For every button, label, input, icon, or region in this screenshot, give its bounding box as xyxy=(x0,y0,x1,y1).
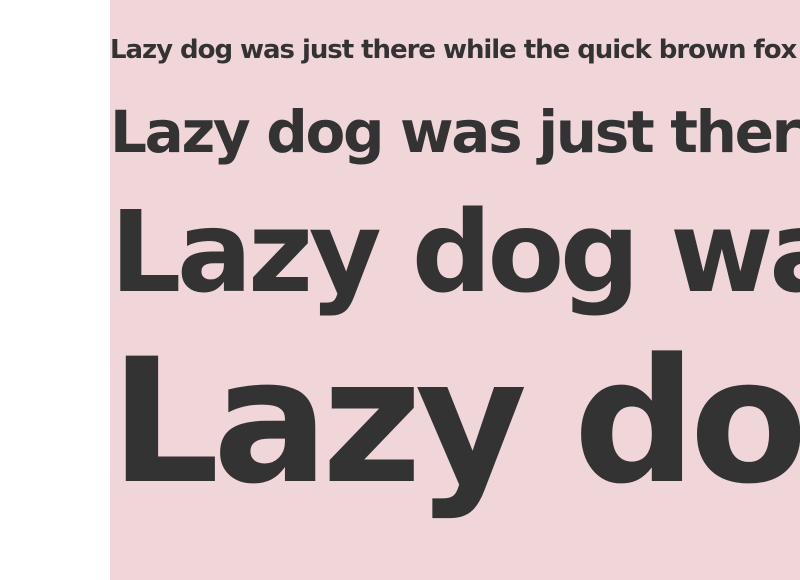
specimen-line-small: Lazy dog was just there while the quick … xyxy=(110,35,800,65)
specimen-line-large: Lazy dog was just there xyxy=(110,188,800,318)
type-specimen-panel: Lazy dog was just there while the quick … xyxy=(110,0,800,580)
specimen-line-extra-large: Lazy dog was xyxy=(110,321,800,522)
page: Lazy dog was just there while the quick … xyxy=(0,0,800,580)
specimen-line-medium: Lazy dog was just there while the quick … xyxy=(110,98,800,166)
